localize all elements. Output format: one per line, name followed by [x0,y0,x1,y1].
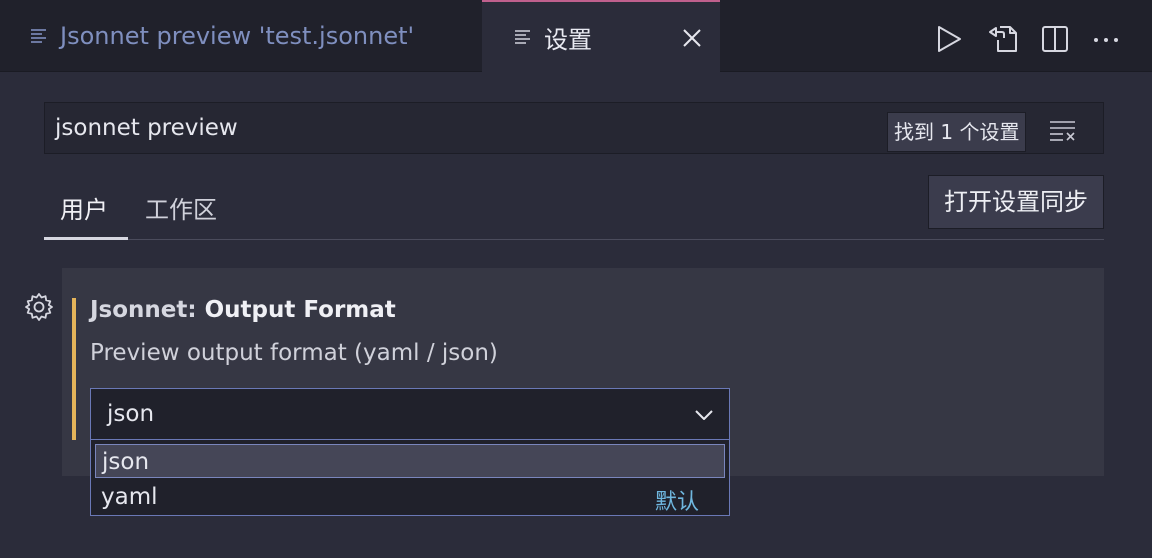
setting-title: Jsonnet: Output Format [90,297,396,323]
file-lines-icon [514,29,532,45]
option-yaml[interactable]: yaml 默认 [95,480,725,515]
default-tag: 默认 [655,490,700,515]
tab-settings[interactable]: 设置 [482,0,720,72]
tab-label: Jsonnet preview 'test.jsonnet' [60,22,415,50]
file-lines-icon [30,28,48,44]
editor-tab-bar: Jsonnet preview 'test.jsonnet' 设置 [0,0,1152,72]
settings-search-box[interactable]: jsonnet preview 找到 1 个设置 [44,102,1104,154]
setting-category: Jsonnet: [90,297,205,323]
open-source-icon[interactable] [988,24,1018,54]
option-label: yaml [101,484,158,510]
settings-sync-button[interactable]: 打开设置同步 [928,175,1104,229]
close-icon[interactable] [682,28,702,48]
scope-divider [44,239,1104,240]
split-editor-icon[interactable] [1040,24,1070,54]
select-value: json [107,401,155,427]
setting-description: Preview output format (yaml / json) [90,340,498,366]
search-input[interactable]: jsonnet preview [55,115,238,141]
select-dropdown-list: json yaml 默认 [90,440,730,516]
more-icon[interactable] [1092,24,1122,54]
tab-user-scope[interactable]: 用户 [60,190,108,225]
tab-label: 设置 [544,25,592,54]
modified-indicator-bar [72,298,76,440]
result-count-badge: 找到 1 个设置 [887,112,1027,152]
option-json[interactable]: json [95,444,725,478]
run-icon[interactable] [934,24,964,54]
tab-workspace-scope[interactable]: 工作区 [145,190,217,225]
gear-icon[interactable] [24,292,54,322]
active-scope-indicator [44,237,128,240]
setting-name: Output Format [204,297,396,323]
option-label: json [102,449,150,475]
chevron-down-icon [693,405,715,425]
output-format-select[interactable]: json [90,388,730,440]
clear-filter-icon[interactable] [1049,119,1079,141]
tab-jsonnet-preview[interactable]: Jsonnet preview 'test.jsonnet' [0,0,480,72]
